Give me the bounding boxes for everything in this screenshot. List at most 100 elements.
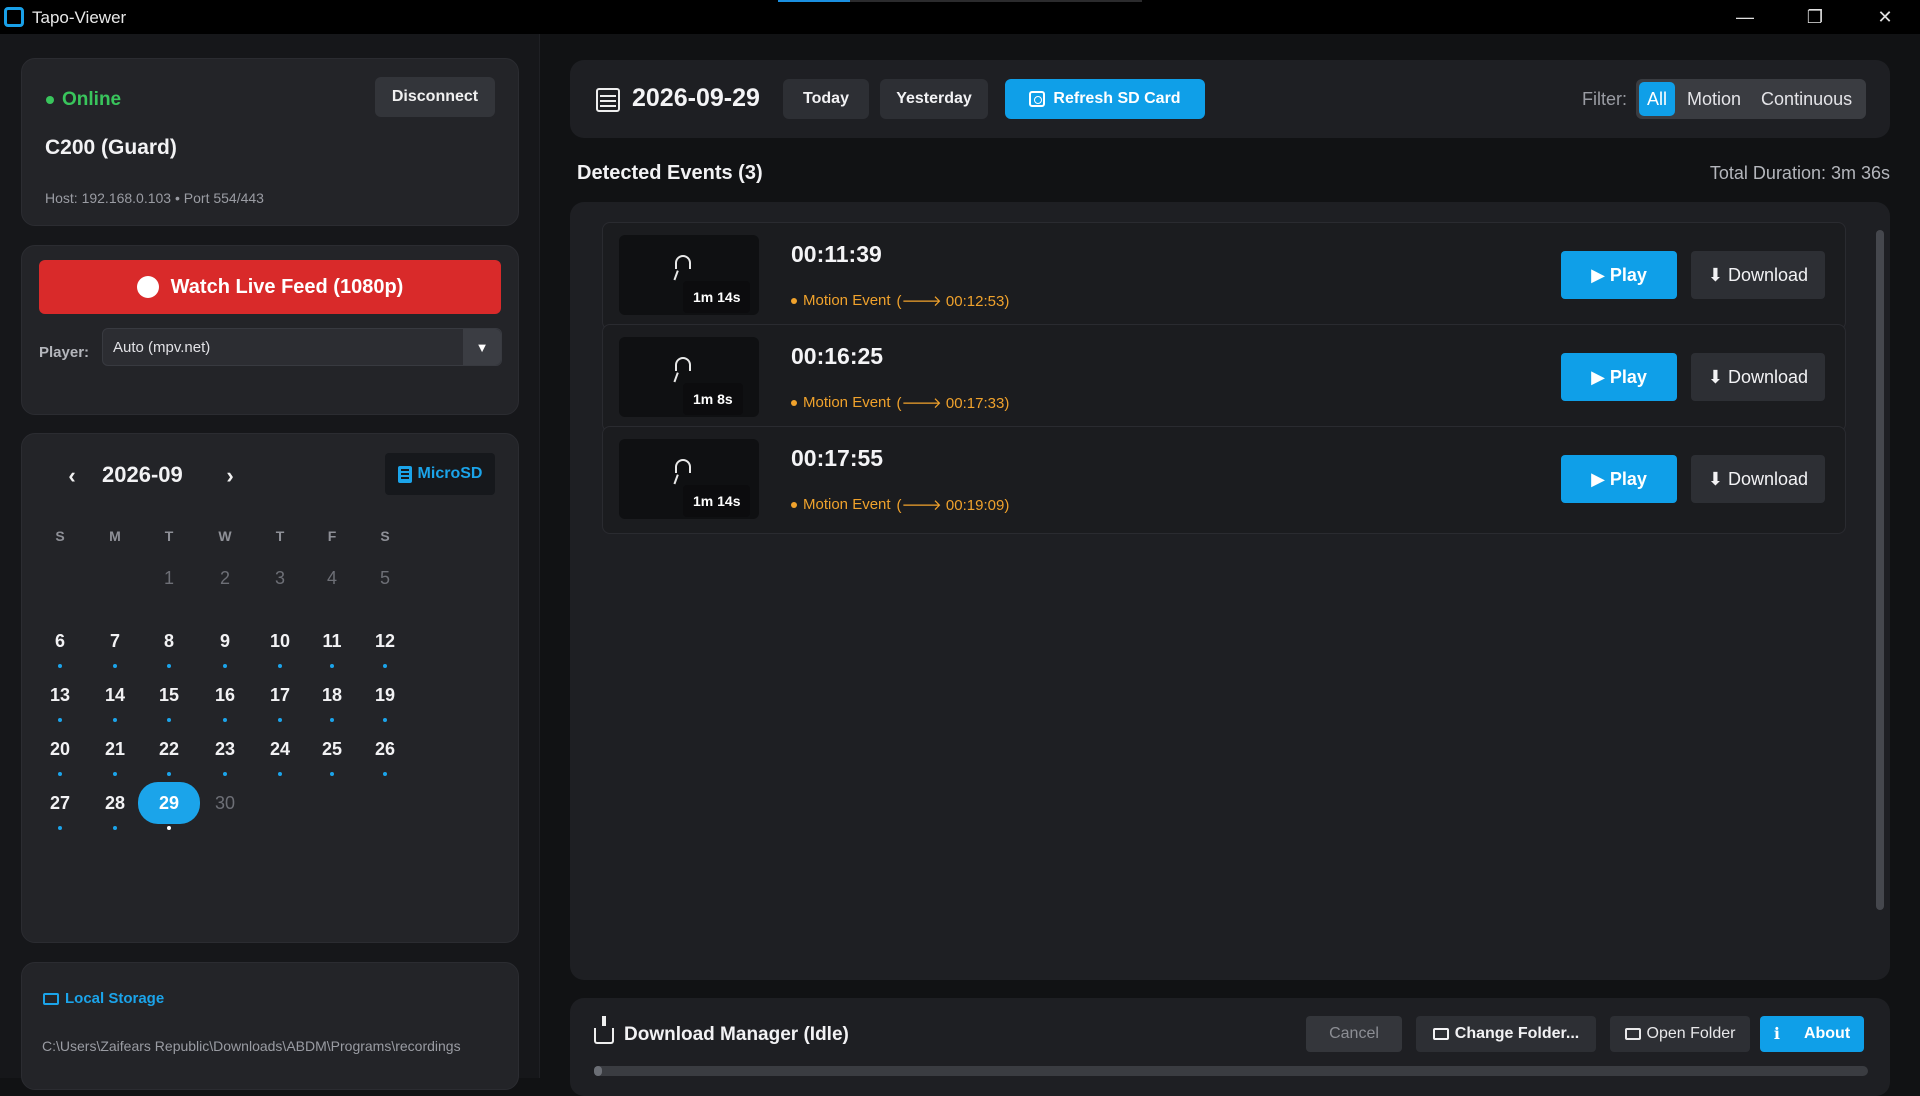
calendar-day[interactable]: 27 [29,782,91,830]
title-progress [778,0,1142,2]
refresh-sd-label: Refresh SD Card [1053,90,1181,107]
calendar-day[interactable]: 26 [354,728,416,776]
about-button[interactable]: ℹ About [1760,1016,1864,1052]
events-title: Detected Events (3) [577,162,763,184]
calendar-day[interactable]: 6 [29,620,91,668]
app-icon [4,7,24,27]
download-button[interactable]: ⬇ Download [1691,353,1825,401]
main-panel: 2026-09-29 Today Yesterday Refresh SD Ca… [541,34,1920,1096]
watch-live-button[interactable]: Watch Live Feed (1080p) [39,260,501,314]
event-duration: 1m 14s [683,281,751,313]
chevron-down-icon[interactable]: ▼ [463,329,501,365]
recording-dot-icon [330,718,334,722]
filter-all[interactable]: All [1639,82,1676,116]
download-progress [594,1066,1868,1076]
info-icon: ℹ [1773,1026,1780,1043]
refresh-sd-button[interactable]: Refresh SD Card [1005,79,1205,119]
event-thumbnail[interactable]: 1m 14s [619,439,759,519]
cancel-button[interactable]: Cancel [1306,1016,1402,1052]
calendar-day-number: 20 [49,739,71,759]
event-meta: Motion Event (🡒 00:12:53) [791,291,1009,310]
current-date: 2026-09-29 [632,84,760,112]
download-manager-title: Download Manager (Idle) [624,1024,849,1045]
folder-open-icon [1624,1028,1641,1040]
calendar-day-number: 21 [104,739,126,759]
event-card: 1m 8s 00:16:25 Motion Event (🡒 00:17:33) ▶ P… [602,324,1846,432]
calendar-card: ‹ 2026-09 › MicroSD SMTWTFS 1 2 3 4 5 6 7 8 9 10 1… [21,433,519,943]
calendar-day[interactable]: 13 [29,674,91,722]
title-progress-fill [778,0,850,2]
calendar-day-number: 28 [104,793,126,813]
calendar-day-number: 7 [109,631,120,651]
calendar-day[interactable]: 16 [194,674,256,722]
recording-dot-icon [113,826,117,830]
recording-dot-icon [223,664,227,668]
play-button[interactable]: ▶ Play [1561,455,1677,503]
event-time: 00:11:39 [791,241,882,267]
recording-dot-icon [167,664,171,668]
recording-dot-icon [278,718,282,722]
recording-dot-icon [113,772,117,776]
event-thumbnail[interactable]: 1m 8s [619,337,759,417]
calendar-day[interactable]: 14 [84,674,146,722]
disconnect-button[interactable]: Disconnect [375,77,495,117]
events-scrollbar[interactable] [1876,230,1884,910]
calendar-day-number: 9 [219,631,230,651]
calendar-day[interactable]: 7 [84,620,146,668]
event-end-time: (🡒 00:12:53) [896,293,1010,310]
calendar-day[interactable]: 12 [354,620,416,668]
recording-dot-icon [383,718,387,722]
calendar-day[interactable]: 21 [84,728,146,776]
calendar-day[interactable]: 8 [138,620,200,668]
today-button[interactable]: Today [783,79,869,119]
calendar-day[interactable]: 28 [84,782,146,830]
download-manager: Download Manager (Idle) Cancel Change Fo… [570,998,1890,1096]
calendar-day[interactable]: 30 [194,782,256,824]
player-select[interactable]: Auto (mpv.net) ▼ [102,328,502,366]
recording-dot-icon [113,718,117,722]
filter-continuous[interactable]: Continuous [1753,82,1860,116]
calendar-day[interactable]: 20 [29,728,91,776]
event-type: Motion Event [803,292,891,309]
calendar-day-number: 15 [158,685,180,705]
calendar-day[interactable]: 1 [138,557,200,599]
recording-dot-icon [58,664,62,668]
calendar-day[interactable]: 5 [354,557,416,599]
download-button[interactable]: ⬇ Download [1691,251,1825,299]
calendar-day[interactable]: 19 [354,674,416,722]
calendar-month: 2026-09 [102,462,183,487]
device-name: C200 (Guard) [45,136,177,159]
recording-dot-icon [58,772,62,776]
about-label: About [1803,1025,1851,1042]
calendar-day[interactable]: 2 [194,557,256,599]
calendar-day[interactable]: 23 [194,728,256,776]
calendar-day-number: 8 [163,631,174,651]
download-button[interactable]: ⬇ Download [1691,455,1825,503]
weekday-label: T [164,528,174,544]
recording-dot-icon [383,664,387,668]
maximize-button[interactable]: ❐ [1780,0,1850,34]
calendar-day[interactable]: 22 [138,728,200,776]
status-dot-icon [46,96,54,104]
play-button[interactable]: ▶ Play [1561,251,1677,299]
play-button[interactable]: ▶ Play [1561,353,1677,401]
motion-dot-icon [791,297,797,304]
open-folder-button[interactable]: Open Folder [1610,1016,1750,1052]
calendar-day[interactable]: 15 [138,674,200,722]
recording-dot-icon [278,664,282,668]
recording-dot-icon [167,772,171,776]
event-thumbnail[interactable]: 1m 14s [619,235,759,315]
filter-motion[interactable]: Motion [1679,82,1749,116]
prev-month-button[interactable]: ‹ [60,463,84,488]
change-folder-button[interactable]: Change Folder... [1416,1016,1596,1052]
calendar-day[interactable]: 29 [138,782,200,830]
weekday-label: M [109,528,121,544]
minimize-button[interactable]: — [1710,0,1780,34]
host-info: Host: 192.168.0.103 • Port 554/443 [45,190,264,206]
yesterday-button[interactable]: Yesterday [880,79,988,119]
next-month-button[interactable]: › [218,463,242,488]
close-button[interactable]: ✕ [1850,0,1920,34]
recording-dot-icon [330,664,334,668]
microsd-button[interactable]: MicroSD [385,453,495,495]
calendar-day[interactable]: 9 [194,620,256,668]
